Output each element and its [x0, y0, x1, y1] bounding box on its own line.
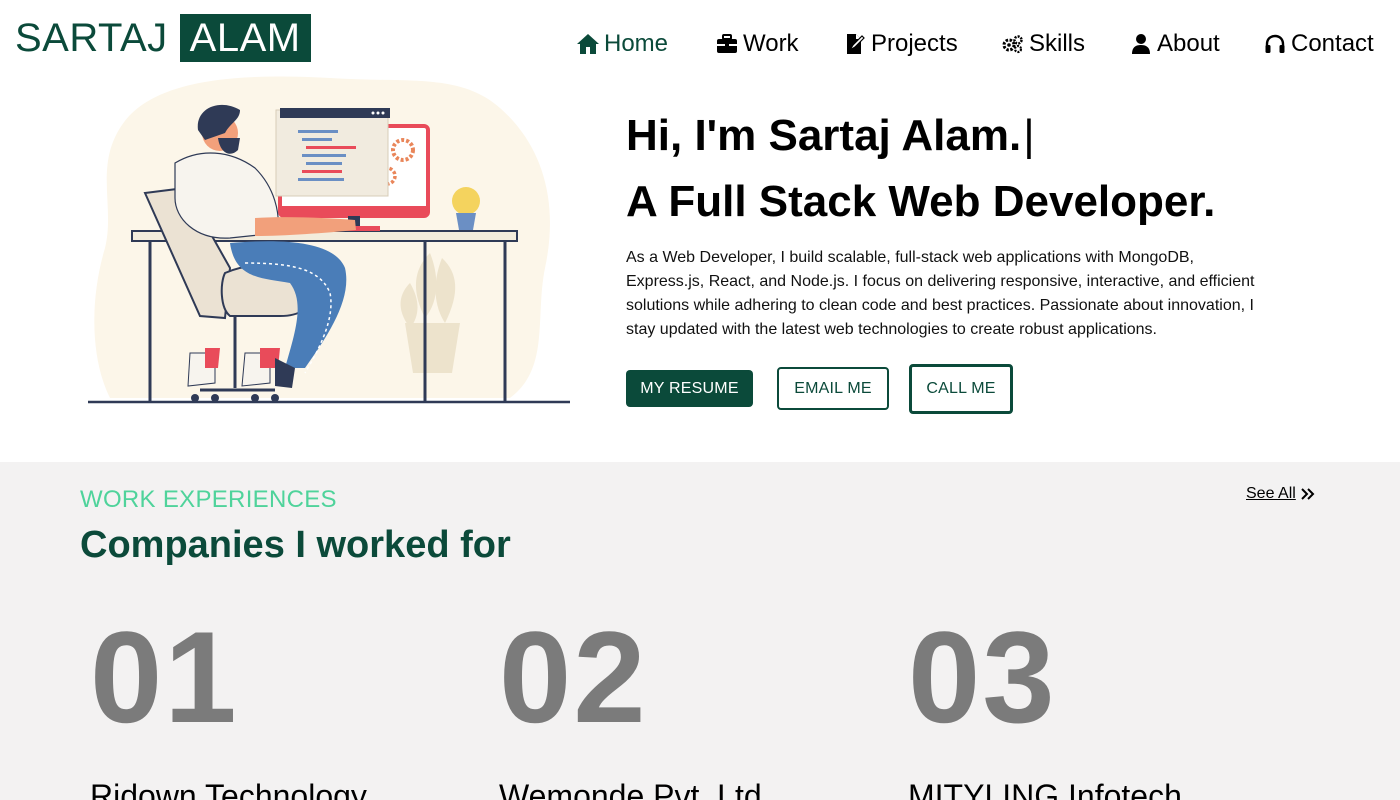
company-number: 02 — [499, 604, 648, 750]
see-all-label: See All — [1246, 485, 1296, 502]
nav-item-skills[interactable]: Skills — [1001, 22, 1085, 66]
home-icon — [576, 32, 600, 56]
hero-greeting: Hi, I'm Sartaj Alam.| — [626, 108, 1286, 164]
hero-text: Hi, I'm Sartaj Alam.| A Full Stack Web D… — [626, 108, 1286, 342]
typing-caret: | — [1023, 111, 1035, 160]
gears-icon — [1001, 32, 1025, 56]
nav-item-contact[interactable]: Contact — [1263, 22, 1374, 66]
company-number: 01 — [90, 604, 239, 750]
hero-description: As a Web Developer, I build scalable, fu… — [626, 249, 1255, 338]
company-card[interactable]: 03 MITYLING Infotech — [908, 612, 1288, 800]
company-card[interactable]: 02 Wemonde Pvt. Ltd. — [499, 612, 879, 800]
nav-label-home: Home — [604, 30, 669, 57]
nav-label-skills: Skills — [1029, 30, 1086, 57]
nav-item-projects[interactable]: Projects — [843, 22, 958, 66]
company-name: Wemonde Pvt. Ltd. — [499, 778, 771, 800]
work-experience-section: WORK EXPERIENCES Companies I worked for … — [0, 462, 1400, 800]
resume-button[interactable]: MY RESUME — [626, 370, 753, 407]
hero-role: A Full Stack Web Developer. — [626, 177, 1216, 226]
developer-at-desk-illustration — [80, 68, 580, 418]
file-edit-icon — [843, 32, 867, 56]
section-eyebrow: WORK EXPERIENCES — [80, 486, 337, 513]
nav-label-projects: Projects — [871, 30, 958, 57]
section-heading: Companies I worked for — [80, 524, 511, 566]
nav-item-about[interactable]: About — [1129, 22, 1220, 66]
nav-label-work: Work — [743, 30, 799, 57]
company-card[interactable]: 01 Ridown Technology — [90, 612, 470, 800]
company-name: MITYLING Infotech — [908, 778, 1182, 800]
main-nav: Home Work Projects Skills About Contact — [0, 22, 1400, 66]
see-all-link[interactable]: See All — [1246, 485, 1316, 503]
call-button[interactable]: CALL ME — [909, 364, 1013, 414]
company-name: Ridown Technology — [90, 778, 367, 800]
company-number: 03 — [908, 604, 1057, 750]
hero-greeting-text: Hi, I'm Sartaj Alam. — [626, 111, 1022, 160]
email-button[interactable]: EMAIL ME — [777, 367, 889, 410]
briefcase-icon — [715, 32, 739, 56]
nav-label-contact: Contact — [1291, 30, 1374, 57]
headphones-icon — [1263, 32, 1287, 56]
user-icon — [1129, 32, 1153, 56]
nav-item-home[interactable]: Home — [576, 22, 668, 66]
nav-label-about: About — [1157, 30, 1220, 57]
double-chevron-right-icon — [1300, 486, 1316, 502]
nav-item-work[interactable]: Work — [715, 22, 799, 66]
